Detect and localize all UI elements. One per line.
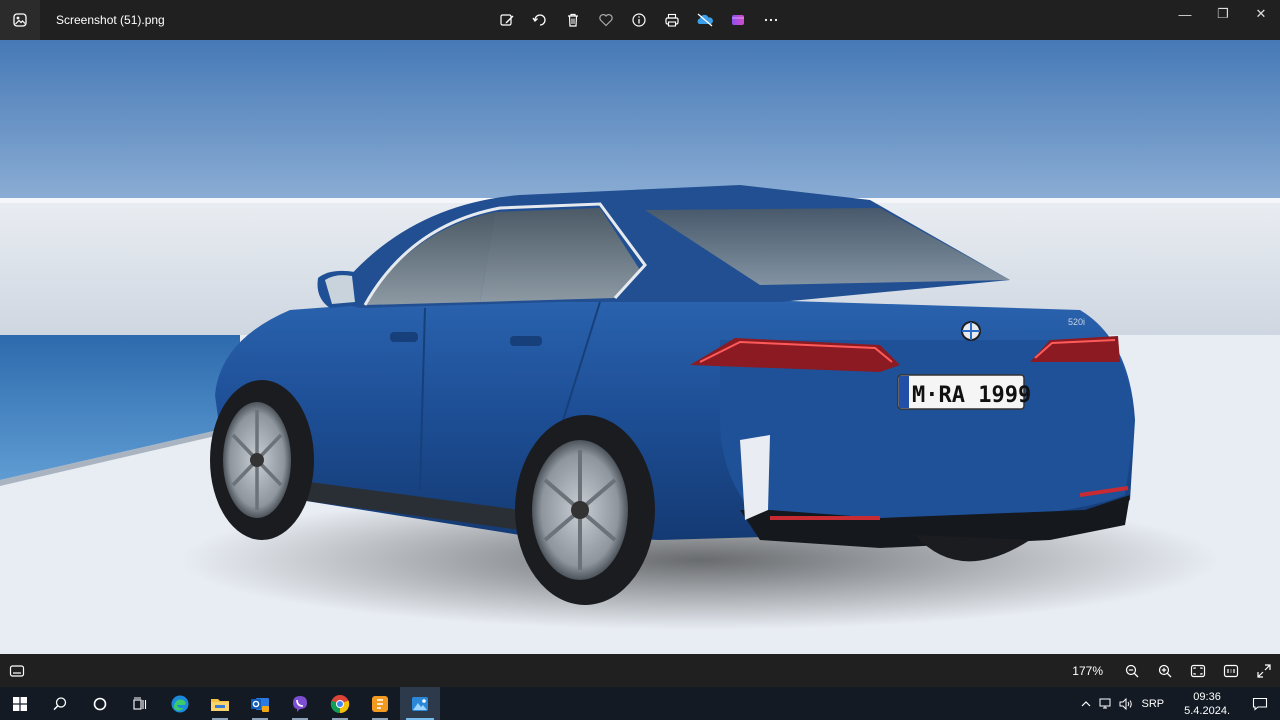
task-view-icon[interactable] xyxy=(120,687,160,720)
network-icon[interactable] xyxy=(1096,687,1116,720)
chevron-up-icon[interactable] xyxy=(1076,687,1096,720)
close-button[interactable]: ✕ xyxy=(1242,0,1280,28)
orange-app-icon[interactable] xyxy=(360,687,400,720)
taskbar: SRP 09:36 5.4.2024. xyxy=(0,687,1280,720)
clock-date: 5.4.2024. xyxy=(1184,704,1230,717)
language-indicator[interactable]: SRP xyxy=(1142,698,1165,710)
onedrive-icon[interactable] xyxy=(688,0,721,40)
title-bar: Screenshot (51).png — ❐ ✕ xyxy=(0,0,1280,40)
more-icon[interactable] xyxy=(754,0,787,40)
zoom-in-icon[interactable] xyxy=(1148,654,1181,687)
outlook-icon[interactable] xyxy=(240,687,280,720)
window-controls: — ❐ ✕ xyxy=(1166,0,1280,40)
info-icon[interactable] xyxy=(622,0,655,40)
model-badge: 520i xyxy=(1068,317,1085,327)
fit-screen-icon[interactable] xyxy=(1181,654,1214,687)
delete-icon[interactable] xyxy=(556,0,589,40)
clock-time: 09:36 xyxy=(1193,690,1221,703)
status-bar: 177% xyxy=(0,654,1280,687)
chrome-icon[interactable] xyxy=(320,687,360,720)
edge-icon[interactable] xyxy=(160,687,200,720)
minimize-button[interactable]: — xyxy=(1166,0,1204,28)
car-photo: 520i M·RA 1999 xyxy=(0,40,1280,654)
clipchamp-icon[interactable] xyxy=(721,0,754,40)
print-icon[interactable] xyxy=(655,0,688,40)
window-title: Screenshot (51).png xyxy=(56,13,165,27)
image-toolbar xyxy=(490,0,787,40)
license-plate: M·RA 1999 xyxy=(912,383,1031,408)
zoom-out-icon[interactable] xyxy=(1115,654,1148,687)
actual-size-icon[interactable] xyxy=(1214,654,1247,687)
zoom-level[interactable]: 177% xyxy=(1072,664,1103,678)
notification-icon[interactable] xyxy=(1240,687,1280,720)
favorite-icon[interactable] xyxy=(589,0,622,40)
cortana-icon[interactable] xyxy=(80,687,120,720)
filmstrip-icon[interactable] xyxy=(0,654,33,687)
maximize-button[interactable]: ❐ xyxy=(1204,0,1242,28)
file-explorer-icon[interactable] xyxy=(200,687,240,720)
search-icon[interactable] xyxy=(40,687,80,720)
clock[interactable]: 09:36 5.4.2024. xyxy=(1184,690,1230,718)
viber-icon[interactable] xyxy=(280,687,320,720)
system-tray: SRP 09:36 5.4.2024. xyxy=(1076,687,1280,720)
rotate-icon[interactable] xyxy=(523,0,556,40)
image-viewer[interactable]: 520i M·RA 1999 xyxy=(0,40,1280,654)
start-button[interactable] xyxy=(0,687,40,720)
volume-icon[interactable] xyxy=(1116,687,1136,720)
photos-taskbar-icon[interactable] xyxy=(400,687,440,720)
zoom-controls: 177% xyxy=(1072,654,1280,687)
fullscreen-icon[interactable] xyxy=(1247,654,1280,687)
edit-icon[interactable] xyxy=(490,0,523,40)
photos-app-icon[interactable] xyxy=(0,0,40,40)
